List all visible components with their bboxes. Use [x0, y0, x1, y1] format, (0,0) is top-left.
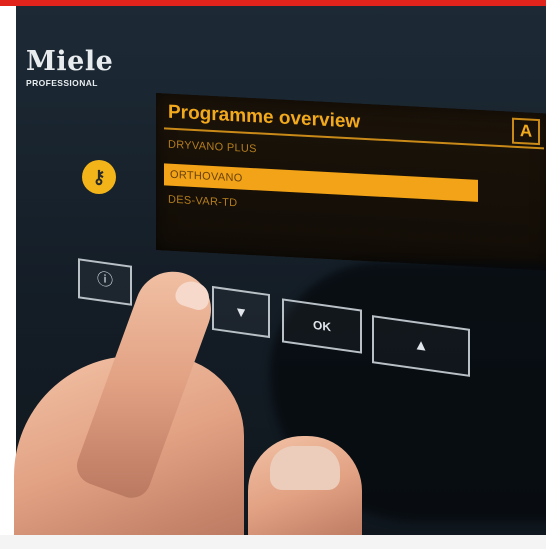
programme-item[interactable]: DES-VAR-TD: [168, 194, 237, 210]
brand-red-bar: [0, 0, 546, 6]
programme-item[interactable]: DRYVANO PLUS: [168, 139, 257, 156]
program-display: Programme overview A DRYVANO PLUS ORTHOV…: [156, 93, 546, 271]
info-button[interactable]: ⓘ: [78, 258, 132, 306]
down-button[interactable]: ▼: [212, 285, 270, 339]
brand-logo: Miele PROFESSIONAL: [26, 46, 114, 89]
thumbnail: [270, 446, 340, 490]
brand-name: Miele: [26, 46, 114, 77]
bottom-border: [0, 535, 546, 549]
key-button[interactable]: ⚷: [82, 160, 116, 194]
key-icon: ⚷: [92, 167, 106, 187]
photo-frame: Miele PROFESSIONAL ⚷ Programme overview …: [0, 0, 546, 549]
display-badge: A: [512, 117, 540, 146]
brand-sub: PROFESSIONAL: [26, 78, 98, 88]
